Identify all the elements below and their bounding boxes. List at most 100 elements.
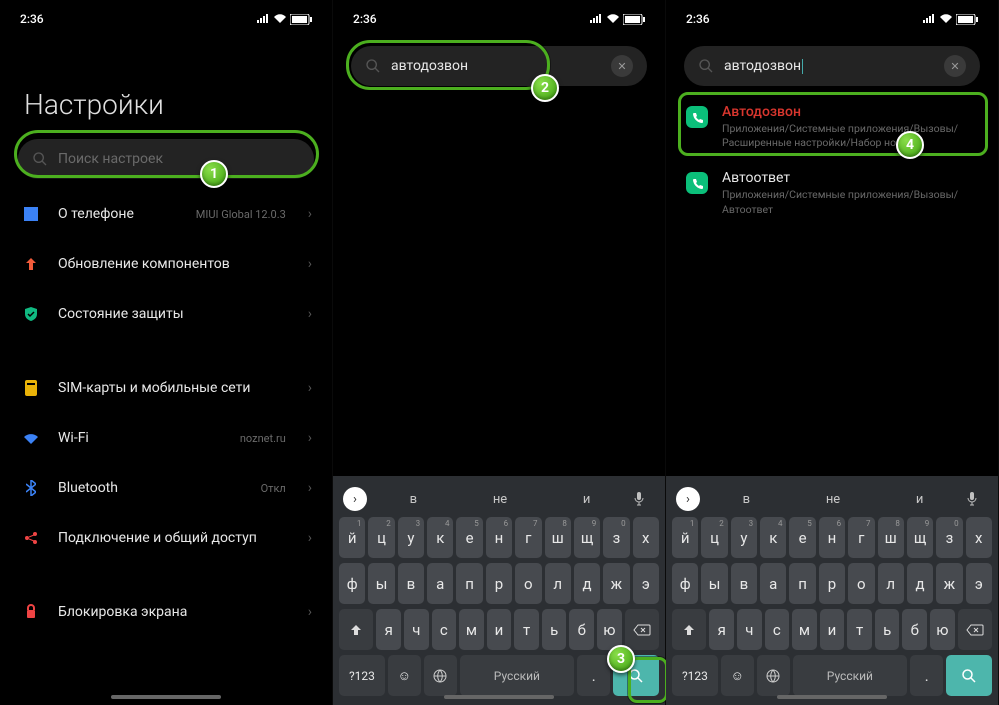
key[interactable]: ц2 <box>368 517 394 558</box>
key[interactable]: а <box>760 563 786 604</box>
chevron-right-icon[interactable]: › <box>343 487 367 511</box>
numeric-key[interactable]: ?123 <box>339 655 385 696</box>
key[interactable]: с <box>765 609 790 650</box>
key[interactable]: е5 <box>456 517 482 558</box>
emoji-key[interactable]: ☺ <box>721 655 754 696</box>
shift-key[interactable] <box>339 609 373 650</box>
key[interactable]: д <box>574 563 600 604</box>
search-input[interactable]: автодозвон ✕ <box>351 46 647 86</box>
home-indicator[interactable] <box>111 695 221 699</box>
key[interactable]: и <box>820 609 845 650</box>
key[interactable]: ю <box>930 609 955 650</box>
key[interactable]: ж <box>603 563 629 604</box>
chevron-right-icon[interactable]: › <box>676 487 700 511</box>
home-indicator[interactable] <box>444 695 554 699</box>
key[interactable]: у3 <box>731 517 757 558</box>
search-result[interactable]: АвтоответПриложения/Системные приложения… <box>666 160 998 226</box>
home-indicator[interactable] <box>777 695 887 699</box>
mic-icon[interactable] <box>633 491 655 507</box>
clear-icon[interactable]: ✕ <box>944 55 966 77</box>
backspace-key[interactable] <box>958 609 992 650</box>
setting-item[interactable]: Подключение и общий доступ› <box>0 513 332 563</box>
search-input[interactable]: Поиск настроек <box>18 139 314 179</box>
suggestion[interactable]: не <box>460 492 541 507</box>
setting-item[interactable]: Блокировка экрана› <box>0 587 332 637</box>
key[interactable]: н6 <box>486 517 512 558</box>
space-key[interactable]: Русский <box>460 655 575 696</box>
key[interactable]: ч <box>404 609 429 650</box>
numeric-key[interactable]: ?123 <box>672 655 718 696</box>
backspace-key[interactable] <box>625 609 659 650</box>
setting-item[interactable]: SIM-карты и мобильные сети› <box>0 363 332 413</box>
key[interactable]: в <box>731 563 757 604</box>
key[interactable]: л <box>545 563 571 604</box>
setting-item[interactable]: О телефонеMIUI Global 12.0.3› <box>0 189 332 239</box>
setting-item[interactable]: Wi-Finoznet.ru› <box>0 413 332 463</box>
key[interactable]: о <box>515 563 541 604</box>
period-key[interactable]: . <box>577 655 610 696</box>
keyboard[interactable]: ›внеий1ц2у3к4е5н6г7ш8щ9з0хфывапролджэячс… <box>666 476 998 705</box>
key[interactable]: м <box>792 609 817 650</box>
clear-icon[interactable]: ✕ <box>611 55 633 77</box>
key[interactable]: п <box>456 563 482 604</box>
search-result[interactable]: АвтодозвонПриложения/Системные приложени… <box>666 94 998 160</box>
key[interactable]: р <box>486 563 512 604</box>
key[interactable]: о <box>848 563 874 604</box>
mic-icon[interactable] <box>966 491 988 507</box>
key[interactable]: ц2 <box>701 517 727 558</box>
key[interactable]: л <box>878 563 904 604</box>
language-key[interactable] <box>424 655 457 696</box>
key[interactable]: к4 <box>427 517 453 558</box>
setting-item[interactable]: Обновление компонентов› <box>0 239 332 289</box>
suggestion[interactable]: в <box>373 492 454 507</box>
suggestion[interactable]: в <box>706 492 787 507</box>
key[interactable]: ы <box>701 563 727 604</box>
key[interactable]: х <box>966 517 992 558</box>
key[interactable]: а <box>427 563 453 604</box>
key[interactable]: ю <box>597 609 622 650</box>
key[interactable]: ш8 <box>878 517 904 558</box>
key[interactable]: ж <box>936 563 962 604</box>
search-input[interactable]: автодозвон ✕ <box>684 46 980 86</box>
key[interactable]: г7 <box>848 517 874 558</box>
key[interactable]: ф <box>672 563 698 604</box>
key[interactable]: т <box>514 609 539 650</box>
key[interactable]: ы <box>368 563 394 604</box>
suggestion[interactable]: и <box>546 492 627 507</box>
key[interactable]: н6 <box>819 517 845 558</box>
suggestion[interactable]: и <box>879 492 960 507</box>
key[interactable]: й1 <box>672 517 698 558</box>
key[interactable]: й1 <box>339 517 365 558</box>
key[interactable]: к4 <box>760 517 786 558</box>
key[interactable]: и <box>487 609 512 650</box>
key[interactable]: с <box>432 609 457 650</box>
key[interactable]: ш8 <box>545 517 571 558</box>
key[interactable]: ф <box>339 563 365 604</box>
key[interactable]: щ9 <box>907 517 933 558</box>
key[interactable]: е5 <box>789 517 815 558</box>
setting-item[interactable]: BluetoothОткл› <box>0 463 332 513</box>
key[interactable]: э <box>966 563 992 604</box>
key[interactable]: з0 <box>936 517 962 558</box>
key[interactable]: я <box>376 609 401 650</box>
suggestion[interactable]: не <box>793 492 874 507</box>
key[interactable]: б <box>569 609 594 650</box>
key[interactable]: щ9 <box>574 517 600 558</box>
key[interactable]: д <box>907 563 933 604</box>
shift-key[interactable] <box>672 609 706 650</box>
search-key[interactable] <box>946 655 992 696</box>
key[interactable]: м <box>459 609 484 650</box>
language-key[interactable] <box>757 655 790 696</box>
key[interactable]: р <box>819 563 845 604</box>
period-key[interactable]: . <box>910 655 943 696</box>
space-key[interactable]: Русский <box>793 655 908 696</box>
key[interactable]: ь <box>875 609 900 650</box>
key[interactable]: б <box>902 609 927 650</box>
key[interactable]: ч <box>737 609 762 650</box>
key[interactable]: в <box>398 563 424 604</box>
key[interactable]: у3 <box>398 517 424 558</box>
setting-item[interactable]: Состояние защиты› <box>0 289 332 339</box>
emoji-key[interactable]: ☺ <box>388 655 421 696</box>
key[interactable]: г7 <box>515 517 541 558</box>
key[interactable]: я <box>709 609 734 650</box>
